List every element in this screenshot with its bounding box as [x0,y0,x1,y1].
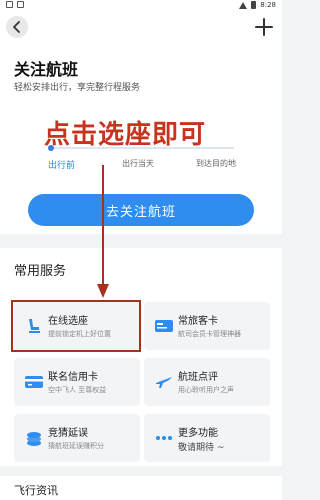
card-subtitle: 用心聆听用户之声 [178,386,234,394]
card-title: 竞猜延误 [48,428,88,439]
trip-timeline [48,145,234,151]
notification-icon [6,1,13,8]
card-subtitle: 航司会员卡管理神器 [178,330,241,338]
service-flight-review[interactable]: 航班点评 用心聆听用户之声 [144,358,270,406]
page-subtitle: 轻松安排出行，享完整行程服务 [14,83,141,93]
service-frequent-flyer[interactable]: 常旅客卡 航司会员卡管理神器 [144,302,270,350]
status-right: 8:28 [239,1,276,9]
member-card-icon [155,320,173,332]
flight-news-section: 飞行资讯 [0,476,282,500]
instruction-overlay: 点击选座即可 [44,120,207,150]
service-more[interactable]: 更多功能 敬请期待 ~ [144,414,270,462]
page-title: 关注航班 [14,60,79,79]
timeline-dot [48,145,54,151]
credit-card-icon [25,376,43,388]
coin-icon [27,432,41,446]
more-dots-icon [156,436,172,440]
notification-icon [17,1,24,8]
wifi-icon [239,1,248,9]
service-credit-card[interactable]: 联名信用卡 空中飞人 至尊权益 [14,358,140,406]
plane-review-icon [156,377,172,388]
chevron-left-icon [13,21,20,33]
section-title: 飞行资讯 [14,484,58,497]
card-subtitle: 猜航班延误赚积分 [48,442,104,450]
card-title: 更多功能 [178,428,218,439]
status-left-icons [6,1,24,8]
step-arrival: 到达目的地 [196,159,236,168]
card-title: 联名信用卡 [48,372,98,383]
seat-highlight-box [11,300,141,352]
follow-flight-hero: 关注航班 轻松安排出行，享完整行程服务 点击选座即可 出行前 出行当天 到达目的… [0,44,282,234]
battery-icon [251,1,257,9]
plus-icon [255,18,273,36]
card-title: 航班点评 [178,372,218,383]
step-trip-day: 出行当天 [122,159,154,168]
card-title: 常旅客卡 [178,316,218,327]
common-services: 常用服务 在线选座 提前锁定机上好位置 常旅客卡 航司会员卡管理神器 联名信用卡… [0,248,282,466]
card-subtitle: 空中飞人 至尊权益 [48,386,107,394]
status-bar: 8:28 [0,0,282,12]
top-bar [0,12,282,44]
services-title: 常用服务 [14,264,67,279]
card-subtitle: 敬请期待 ~ [178,443,225,453]
status-time: 8:28 [260,1,276,9]
back-button[interactable] [6,16,28,38]
follow-flight-button[interactable]: 去关注航班 [28,194,254,226]
step-before-trip: 出行前 [48,161,76,171]
add-button[interactable] [254,17,274,37]
service-delay-guess[interactable]: 竞猜延误 猜航班延误赚积分 [14,414,140,462]
